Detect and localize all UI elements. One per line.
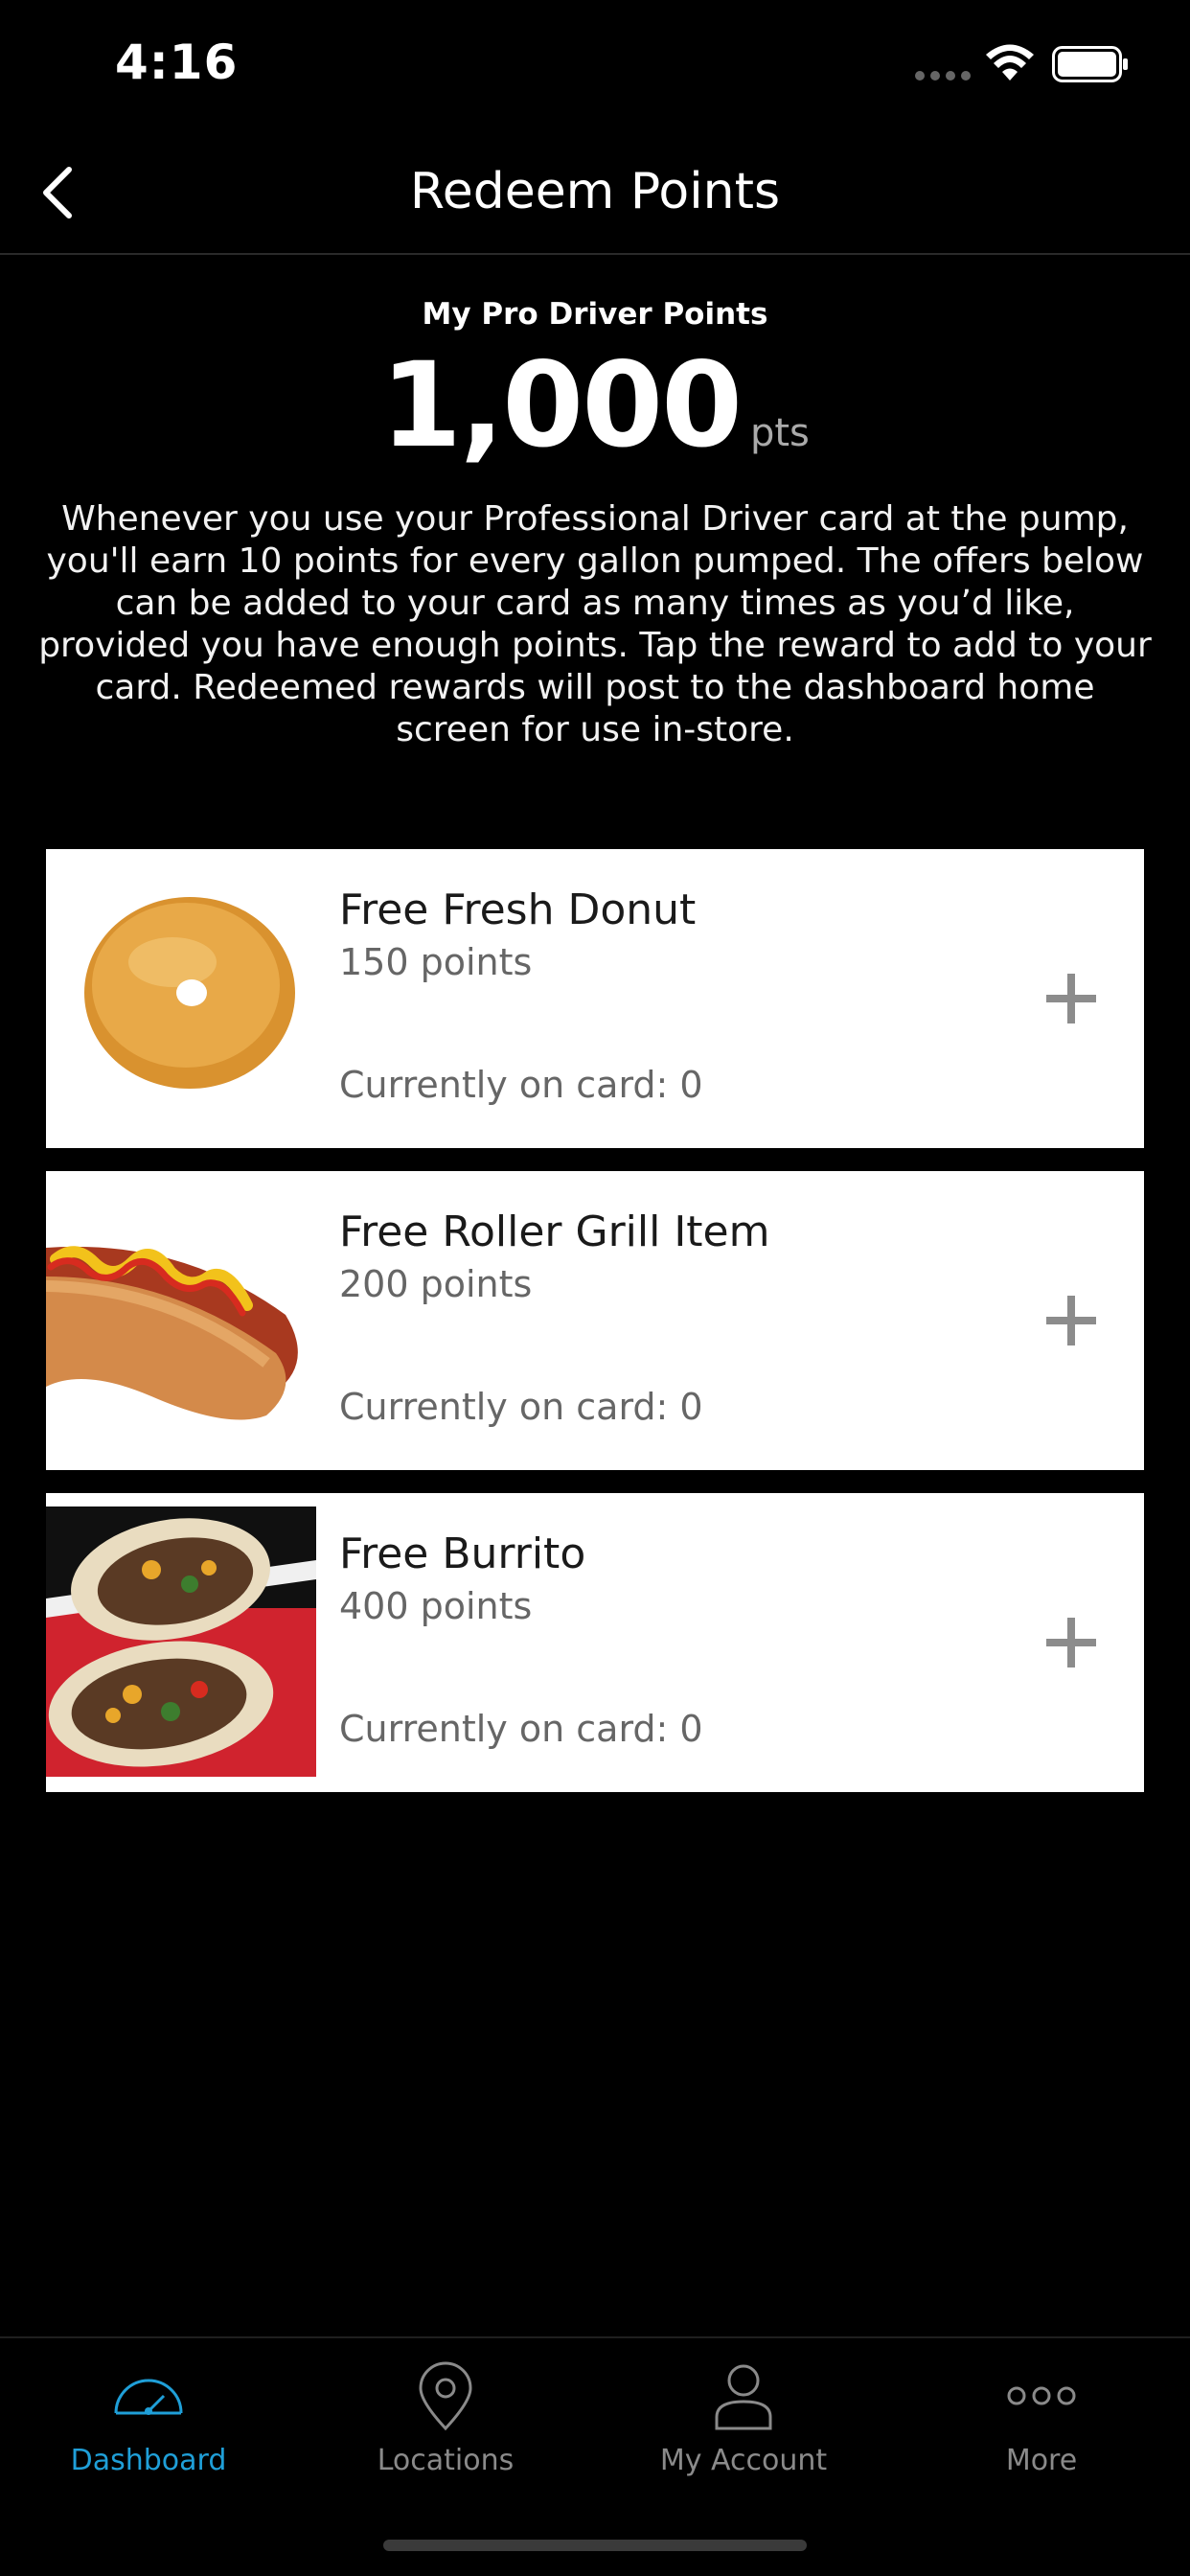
points-label: My Pro Driver Points bbox=[422, 297, 768, 332]
hotdog-image bbox=[46, 1171, 316, 1470]
reward-name: Free Fresh Donut bbox=[339, 886, 697, 934]
reward-card-donut[interactable]: Free Fresh Donut 150 points Currently on… bbox=[46, 849, 1144, 1148]
reward-points: 200 points bbox=[339, 1263, 533, 1305]
tab-label: More bbox=[1005, 2444, 1078, 2477]
location-pin-icon bbox=[419, 2361, 472, 2431]
reward-points: 150 points bbox=[339, 941, 533, 983]
reward-card-roller-grill[interactable]: Free Roller Grill Item 200 points Curren… bbox=[46, 1171, 1144, 1470]
reward-card-burrito[interactable]: Free Burrito 400 points Currently on car… bbox=[46, 1493, 1144, 1792]
home-indicator[interactable] bbox=[383, 2540, 807, 2551]
tab-label: Dashboard bbox=[70, 2444, 227, 2477]
reward-on-card-count: Currently on card: 0 bbox=[339, 1386, 703, 1428]
wifi-icon bbox=[986, 44, 1034, 80]
reward-name: Free Roller Grill Item bbox=[339, 1208, 770, 1256]
points-description: Whenever you use your Professional Drive… bbox=[38, 499, 1152, 749]
tab-dashboard[interactable]: Dashboard bbox=[0, 2338, 297, 2530]
tab-label: Locations bbox=[377, 2444, 515, 2477]
more-dots-icon bbox=[1007, 2386, 1076, 2405]
person-icon bbox=[715, 2364, 772, 2430]
reward-points: 400 points bbox=[339, 1585, 533, 1627]
add-reward-button[interactable] bbox=[1033, 1282, 1110, 1359]
plus-icon bbox=[1046, 1296, 1096, 1346]
points-balance: 1,000 pts bbox=[0, 337, 1190, 473]
tab-label: My Account bbox=[659, 2444, 828, 2477]
points-value: 1,000 bbox=[380, 337, 743, 473]
battery-icon bbox=[1052, 46, 1128, 82]
add-reward-button[interactable] bbox=[1033, 1604, 1110, 1681]
donut-image bbox=[46, 849, 316, 1148]
status-bar: 4:16 bbox=[0, 0, 1190, 134]
tab-locations[interactable]: Locations bbox=[297, 2338, 594, 2530]
plus-icon bbox=[1046, 1618, 1096, 1668]
cellular-signal-icon bbox=[915, 71, 971, 80]
tab-my-account[interactable]: My Account bbox=[595, 2338, 892, 2530]
reward-on-card-count: Currently on card: 0 bbox=[339, 1064, 703, 1106]
nav-header: Redeem Points bbox=[0, 134, 1190, 255]
status-time: 4:16 bbox=[115, 34, 239, 90]
add-reward-button[interactable] bbox=[1033, 960, 1110, 1037]
plus-icon bbox=[1046, 974, 1096, 1024]
points-unit: pts bbox=[749, 411, 810, 455]
tab-more[interactable]: More bbox=[893, 2338, 1190, 2530]
burrito-image bbox=[46, 1493, 316, 1792]
reward-name: Free Burrito bbox=[339, 1530, 586, 1578]
speedometer-icon bbox=[114, 2379, 183, 2415]
reward-on-card-count: Currently on card: 0 bbox=[339, 1708, 703, 1750]
page-title: Redeem Points bbox=[409, 163, 781, 220]
